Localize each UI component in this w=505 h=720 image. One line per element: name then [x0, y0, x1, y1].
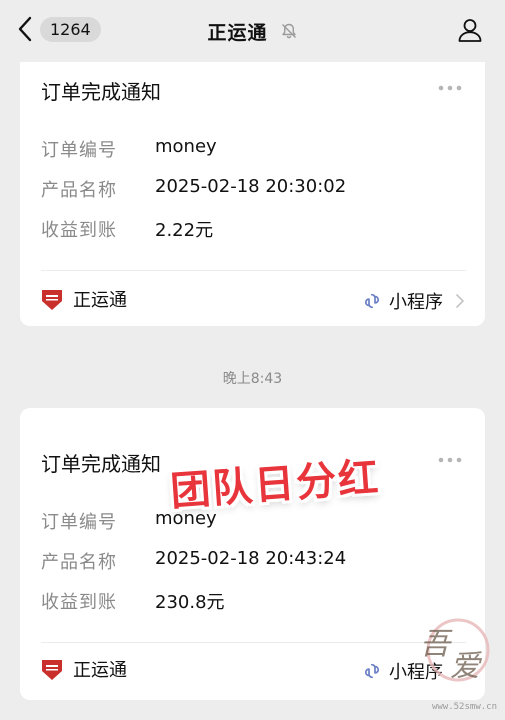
- chat-title: 正运通: [207, 21, 268, 44]
- field-value: 2.22元: [155, 220, 214, 241]
- unread-count-badge: 1264: [40, 16, 101, 42]
- watermark-seal-icon: 吾 爱: [420, 618, 490, 684]
- card-title: 订单完成通知: [41, 452, 161, 476]
- person-icon[interactable]: [457, 17, 483, 43]
- mini-program-link[interactable]: 小程序: [363, 288, 465, 314]
- source-brand[interactable]: 正运通: [41, 656, 127, 682]
- more-icon[interactable]: [437, 84, 463, 92]
- more-icon[interactable]: [437, 456, 463, 464]
- field-label: 产品名称: [41, 180, 117, 201]
- card-title: 订单完成通知: [41, 80, 161, 104]
- field-row: 订单编号 money: [41, 136, 217, 162]
- field-label: 订单编号: [41, 140, 117, 161]
- field-value: money: [155, 136, 217, 157]
- divider: [41, 642, 466, 643]
- chevron-right-icon: [456, 294, 464, 308]
- field-row: 产品名称 2025-02-18 20:43:24: [41, 548, 346, 574]
- field-row: 产品名称 2025-02-18 20:30:02: [41, 176, 346, 202]
- svg-text:吾: 吾: [420, 627, 453, 662]
- source-brand[interactable]: 正运通: [41, 286, 127, 312]
- field-value: 2025-02-18 20:43:24: [155, 548, 347, 569]
- bell-muted-icon: [281, 23, 296, 39]
- field-label: 收益到账: [41, 220, 117, 241]
- chevron-left-icon: [18, 16, 32, 42]
- chat-header: 1264 正运通: [0, 0, 505, 62]
- field-value: 230.8元: [155, 592, 225, 613]
- mini-program-label: 小程序: [389, 292, 443, 313]
- brand-name: 正运通: [73, 660, 127, 681]
- time-separator: 晚上8:43: [222, 371, 283, 387]
- watermark-url: www.52smw.cn: [431, 702, 497, 712]
- field-value: 2025-02-18 20:30:02: [155, 176, 347, 197]
- field-row: 收益到账 230.8元: [41, 588, 225, 614]
- svg-text:爱: 爱: [450, 649, 483, 684]
- mini-program-icon: [364, 663, 380, 679]
- title-wrap: 正运通: [207, 18, 297, 45]
- back-button[interactable]: 1264: [18, 16, 101, 42]
- field-label: 订单编号: [41, 512, 117, 533]
- mini-program-icon: [364, 293, 380, 309]
- brand-logo-icon: [42, 660, 62, 680]
- message-card[interactable]: 订单完成通知 订单编号 money 产品名称 2025-02-18 20:30:…: [20, 50, 485, 326]
- field-label: 产品名称: [41, 552, 117, 573]
- brand-name: 正运通: [73, 290, 127, 311]
- field-row: 收益到账 2.22元: [41, 216, 213, 242]
- field-label: 收益到账: [41, 592, 117, 613]
- brand-logo-icon: [42, 290, 62, 310]
- chat-screen: 1264 正运通 订单完成通知 订单编号 money 产品名称 2025-02-…: [0, 0, 505, 720]
- divider: [41, 270, 466, 271]
